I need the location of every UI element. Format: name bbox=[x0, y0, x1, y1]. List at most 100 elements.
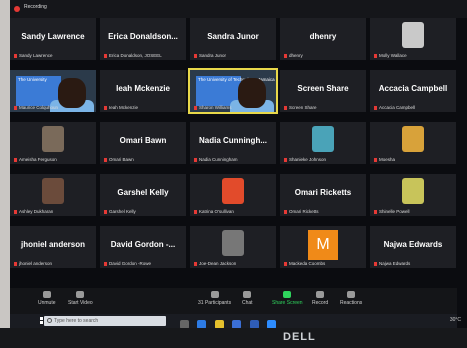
participant-name-text: Erica Donaldson, JOSEEL bbox=[109, 53, 162, 58]
participant-tile[interactable]: Ashley Dukharan bbox=[10, 174, 96, 216]
participant-display-name: Accacia Campbell bbox=[378, 84, 448, 93]
participant-tile[interactable]: Katrina O'sullivan bbox=[190, 174, 276, 216]
participant-tile[interactable]: Najwa Edwards Najwa Edwards bbox=[370, 226, 456, 268]
participant-name-label: Ameisha Ferguson bbox=[14, 157, 57, 162]
participant-name-text: Omari Bawn bbox=[109, 157, 134, 162]
participant-tile[interactable]: Sandy Lawrence Sandy Lawrence bbox=[10, 18, 96, 60]
participant-name-label: Najwa Edwards bbox=[374, 261, 410, 266]
muted-mic-icon bbox=[14, 209, 17, 214]
participant-name-label: Moesha bbox=[374, 157, 395, 162]
participant-tile[interactable]: Garshel Kelly Garshel Kelly bbox=[100, 174, 186, 216]
muted-mic-icon bbox=[194, 261, 197, 266]
participant-name-label: Omari Ricketts bbox=[284, 209, 319, 214]
participant-tile[interactable]: David Gordon -... David Gordon -Rowe bbox=[100, 226, 186, 268]
share-screen-button[interactable]: Share Screen bbox=[272, 291, 303, 306]
participant-display-name: Erica Donaldson... bbox=[108, 32, 178, 41]
participant-tile[interactable]: Molly Wallace bbox=[370, 18, 456, 60]
participant-name-label: Garshel Kelly bbox=[104, 209, 136, 214]
participant-tile[interactable]: Omari Bawn Omari Bawn bbox=[100, 122, 186, 164]
muted-mic-icon bbox=[104, 261, 107, 266]
muted-mic-icon bbox=[194, 105, 197, 110]
participant-tile[interactable]: Shinelle Powell bbox=[370, 174, 456, 216]
avatar-letter: M bbox=[308, 230, 338, 260]
muted-mic-icon bbox=[374, 105, 377, 110]
participant-name-label: dhenry bbox=[284, 53, 303, 58]
profile-photo bbox=[222, 178, 244, 204]
profile-photo bbox=[42, 178, 64, 204]
muted-mic-icon bbox=[374, 261, 377, 266]
participant-display-name: Nadia Cunningh... bbox=[199, 136, 267, 145]
participant-name-text: Garshel Kelly bbox=[109, 209, 136, 214]
muted-mic-icon bbox=[284, 105, 287, 110]
meeting-toolbar: Unmute Start Video 31 Participants Chat … bbox=[10, 288, 457, 314]
participant-name-text: David Gordon -Rowe bbox=[109, 261, 152, 266]
participant-tile[interactable]: Ameisha Ferguson bbox=[10, 122, 96, 164]
participant-tile[interactable]: Shanieke Johnson bbox=[280, 122, 366, 164]
profile-photo bbox=[312, 126, 334, 152]
participant-display-name: dhenry bbox=[309, 32, 337, 41]
participant-tile[interactable]: Accacia Campbell Accacia Campbell bbox=[370, 70, 456, 112]
participant-tile[interactable]: Erica Donaldson... Erica Donaldson, JOSEE… bbox=[100, 18, 186, 60]
start-video-button[interactable]: Start Video bbox=[68, 291, 93, 306]
search-icon bbox=[47, 318, 52, 323]
taskbar-search-input[interactable]: Type here to search bbox=[44, 316, 166, 326]
participant-tile[interactable]: Screen Share Screen Share bbox=[280, 70, 366, 112]
participant-name-label: Katrina O'sullivan bbox=[194, 209, 234, 214]
participant-display-name: Najwa Edwards bbox=[383, 240, 443, 249]
record-button[interactable]: Record bbox=[312, 291, 328, 306]
profile-photo bbox=[402, 178, 424, 204]
record-icon bbox=[316, 291, 325, 298]
participant-name-text: Omari Ricketts bbox=[289, 209, 319, 214]
participant-face bbox=[238, 78, 266, 108]
chat-label: Chat bbox=[242, 300, 253, 306]
participant-tile[interactable]: Ieah Mckenzie Ieah Mckenzie bbox=[100, 70, 186, 112]
muted-mic-icon bbox=[104, 105, 107, 110]
participant-name-label: Screen Share bbox=[284, 105, 317, 110]
chat-button[interactable]: Chat bbox=[242, 291, 253, 306]
participant-name-label: Shinelle Powell bbox=[374, 209, 410, 214]
search-placeholder: Type here to search bbox=[54, 318, 99, 324]
muted-mic-icon bbox=[194, 157, 197, 162]
muted-mic-icon bbox=[284, 53, 287, 58]
participant-tile[interactable]: The University Maurice Colquhoun bbox=[10, 70, 96, 112]
participant-display-name: Sandra Junor bbox=[207, 32, 259, 41]
unmute-button[interactable]: Unmute bbox=[38, 291, 56, 306]
participant-name-text: Screen Share bbox=[289, 105, 317, 110]
participant-display-name: Omari Ricketts bbox=[294, 188, 352, 197]
muted-mic-icon bbox=[104, 53, 107, 58]
participant-tile[interactable]: Omari Ricketts Omari Ricketts bbox=[280, 174, 366, 216]
tray-temperature: 30°C bbox=[449, 317, 461, 323]
participant-tile[interactable]: Sandra Junor Sandra Junor bbox=[190, 18, 276, 60]
participant-tile[interactable]: Joe-Dean Jackson bbox=[190, 226, 276, 268]
participant-name-text: Ashley Dukharan bbox=[19, 209, 54, 214]
participant-tile[interactable]: Nadia Cunningh... Nadia Cunningham bbox=[190, 122, 276, 164]
dell-logo: DELL bbox=[283, 331, 316, 343]
reactions-label: Reactions bbox=[340, 300, 363, 306]
participant-tile[interactable]: The University of Technology, Jamaica Sha… bbox=[188, 68, 278, 114]
participant-tile[interactable]: jhoniel anderson jhoniel anderson bbox=[10, 226, 96, 268]
participant-name-label: Ieah Mckenzie bbox=[104, 105, 138, 110]
participant-name-label: Ashley Dukharan bbox=[14, 209, 53, 214]
reactions-button[interactable]: Reactions bbox=[340, 291, 362, 306]
participant-tile[interactable]: dhenry dhenry bbox=[280, 18, 366, 60]
participant-name-label: jhoniel anderson bbox=[14, 261, 52, 266]
slide-title: The University bbox=[18, 77, 47, 82]
muted-mic-icon bbox=[284, 157, 287, 162]
participant-tile[interactable]: Moesha bbox=[370, 122, 456, 164]
participant-name-text: Katrina O'sullivan bbox=[199, 209, 234, 214]
participant-tile[interactable]: M Mackeda Coombs bbox=[280, 226, 366, 268]
participant-name-text: Sandra Junor bbox=[199, 53, 227, 58]
participants-button[interactable]: 31 Participants bbox=[198, 291, 231, 306]
participant-name-text: Accacia Campbell bbox=[379, 105, 416, 110]
participant-name-label: Sandra Junor bbox=[194, 53, 226, 58]
participant-name-text: Sharon Williams bbox=[199, 105, 232, 110]
participant-name-text: Ieah Mckenzie bbox=[109, 105, 139, 110]
participant-name-text: Shinelle Powell bbox=[379, 209, 410, 214]
participant-name-label: Omari Bawn bbox=[104, 157, 134, 162]
start-video-label: Start Video bbox=[68, 300, 93, 306]
participant-name-text: Maurice Colquhoun bbox=[19, 105, 59, 110]
reactions-icon bbox=[347, 291, 356, 298]
participant-display-name: Omari Bawn bbox=[119, 136, 167, 145]
participant-name-label: Accacia Campbell bbox=[374, 105, 415, 110]
laptop-bezel bbox=[0, 328, 467, 348]
